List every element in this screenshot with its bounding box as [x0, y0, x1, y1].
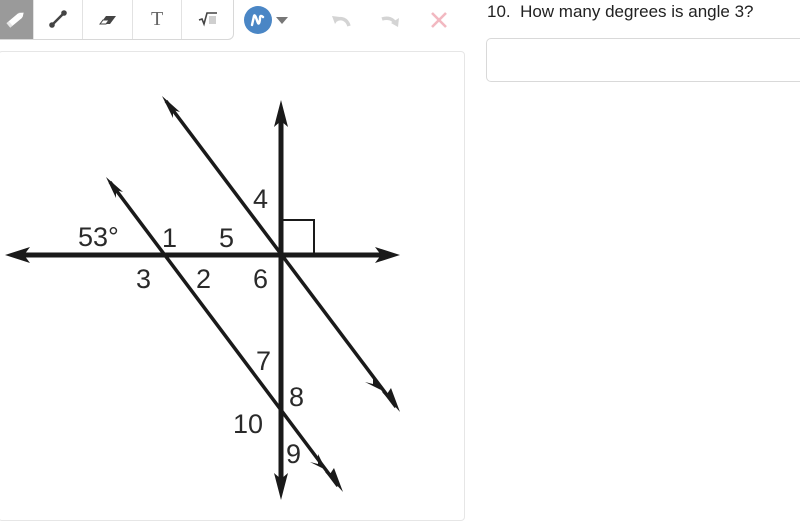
- given-angle-label: 53°: [78, 222, 119, 252]
- geometry-diagram: 53° 1 2 3 4 5 6 7 8 9 10: [5, 96, 400, 500]
- angle-3-label: 3: [136, 264, 151, 294]
- answer-input[interactable]: [486, 38, 800, 82]
- angle-7-label: 7: [256, 346, 271, 376]
- angle-1-label: 1: [162, 223, 177, 253]
- angle-5-label: 5: [219, 223, 234, 253]
- horizontal-line: [5, 247, 400, 263]
- angle-8-label: 8: [289, 382, 304, 412]
- angle-4-label: 4: [253, 184, 268, 214]
- right-angle-marker: [283, 219, 315, 253]
- question-text: 10. How many degrees is angle 3?: [487, 2, 754, 21]
- angle-10-label: 10: [233, 409, 263, 439]
- angle-6-label: 6: [253, 264, 268, 294]
- parallel-marker: [310, 454, 326, 470]
- angle-9-label: 9: [286, 439, 301, 469]
- angle-2-label: 2: [196, 264, 211, 294]
